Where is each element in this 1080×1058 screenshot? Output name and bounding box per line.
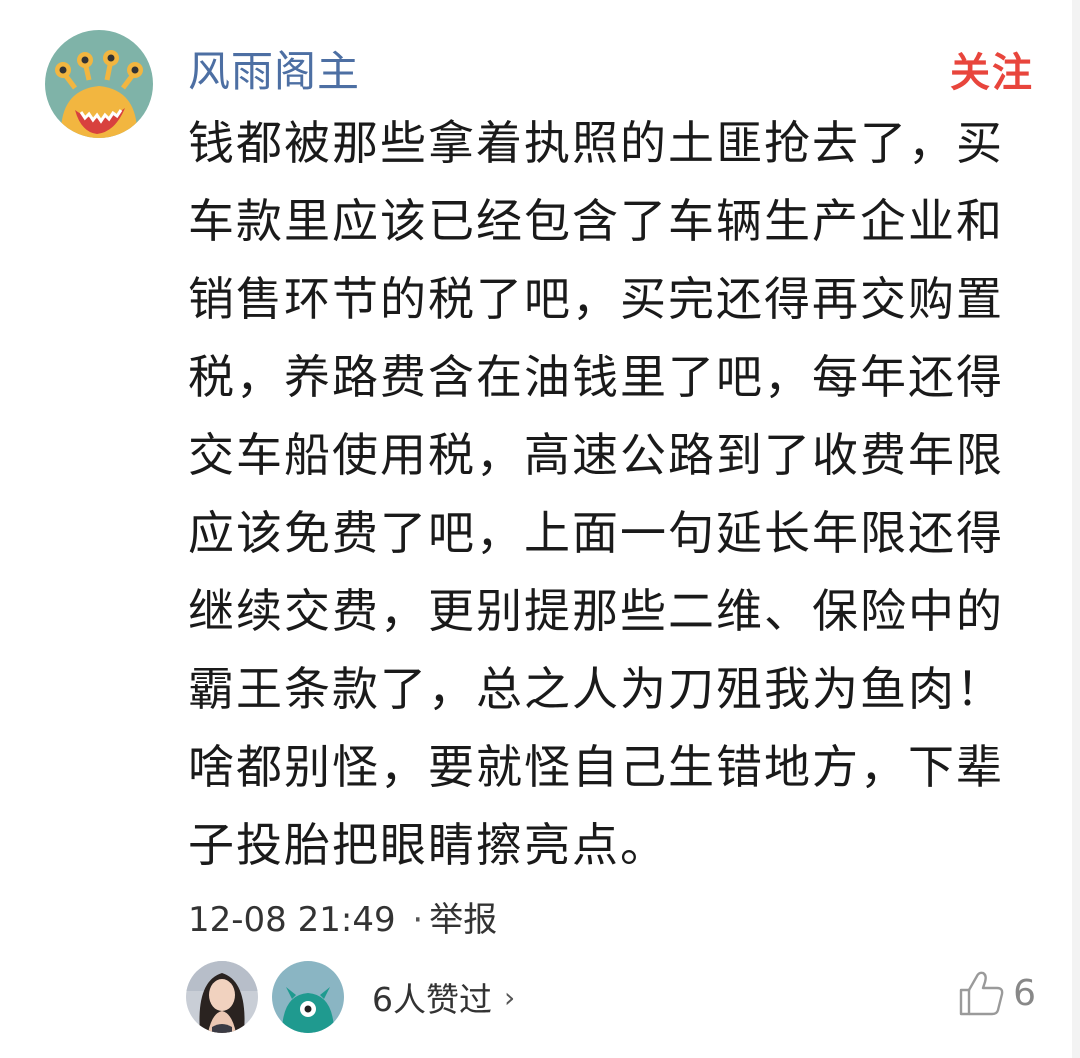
thumbs-up-icon [959, 971, 1004, 1016]
likers-link[interactable]: 6人赞过 › [372, 973, 515, 1021]
comment-text: 钱都被那些拿着执照的土匪抢去了，买 车款里应该已经包含了车辆生产企业和 销售环节… [188, 104, 1018, 884]
comment-line: 继续交费，更别提那些二维、保险中的 [188, 584, 1004, 638]
likers-count-text: 6人赞过 [372, 980, 492, 1019]
comment-line: 车款里应该已经包含了车辆生产企业和 [188, 194, 1004, 248]
monster-avatar-icon [45, 30, 153, 138]
follow-button[interactable]: 关注 [950, 40, 1034, 98]
comment-line: 税，养路费含在油钱里了吧，每年还得 [188, 350, 1004, 404]
teal-monster-avatar-icon [272, 961, 344, 1033]
comment-line: 子投胎把眼睛擦亮点。 [188, 818, 668, 872]
comment-line: 钱都被那些拿着执照的土匪抢去了，买 [188, 116, 1004, 170]
comment-line: 应该免费了吧，上面一句延长年限还得 [188, 506, 1004, 560]
username[interactable]: 风雨阁主 [188, 38, 360, 99]
liker-avatar[interactable] [186, 961, 258, 1033]
liker-avatar[interactable] [272, 961, 344, 1033]
comment-line: 交车船使用税，高速公路到了收费年限 [188, 428, 1004, 482]
comment-meta: 12-08 21:49 · 举报 [188, 892, 497, 941]
right-edge-strip [1072, 0, 1080, 1058]
comment-line: 霸王条款了，总之人为刀殂我为鱼肉！ [188, 662, 1004, 716]
like-count: 6 [1013, 972, 1036, 1014]
like-button[interactable]: 6 [957, 968, 1036, 1018]
separator-dot: · [412, 900, 424, 940]
woman-photo-avatar [186, 961, 258, 1033]
timestamp: 12-08 21:49 [188, 900, 396, 940]
comment-line: 销售环节的税了吧，买完还得再交购置 [188, 272, 1004, 326]
report-link[interactable]: 举报 [429, 900, 497, 940]
likers-row: 6人赞过 › [186, 960, 515, 1034]
user-avatar[interactable] [45, 30, 153, 138]
comment-line: 啥都别怪，要就怪自己生错地方，下辈 [188, 740, 1004, 794]
chevron-right-icon: › [504, 980, 516, 1014]
